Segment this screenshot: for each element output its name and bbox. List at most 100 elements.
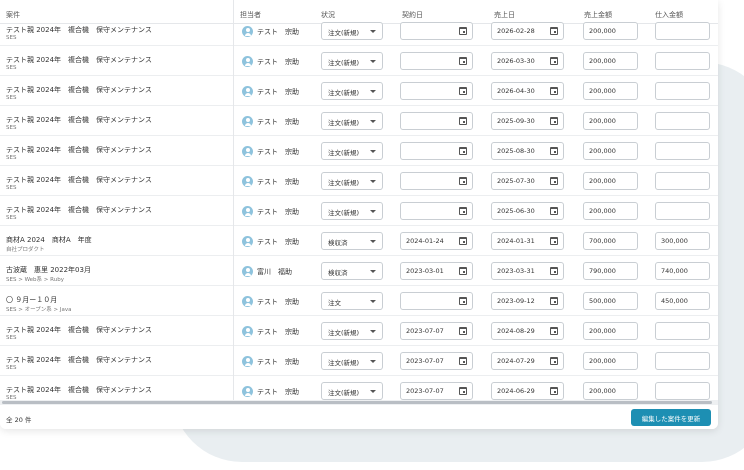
calendar-icon[interactable] <box>550 297 558 305</box>
sales-date-input[interactable]: 2024-07-29 <box>491 352 564 370</box>
calendar-icon[interactable] <box>459 177 467 185</box>
calendar-icon[interactable] <box>550 327 558 335</box>
case-title[interactable]: テスト親 2024年 複合機 保守メンテナンス <box>6 205 152 215</box>
table-row[interactable]: テスト親 2024年 複合機 保守メンテナンス SES テスト 宗助 注文(新規) 20… <box>0 346 718 376</box>
case-title[interactable]: 古波蔵 惠里 2022年03月 <box>6 265 91 275</box>
calendar-icon[interactable] <box>550 87 558 95</box>
sales-date-input[interactable]: 2023-03-31 <box>491 262 564 280</box>
update-cases-button[interactable]: 編集した案件を更新 <box>631 409 711 426</box>
calendar-icon[interactable] <box>550 387 558 395</box>
status-select[interactable]: 検収済 <box>321 232 383 250</box>
calendar-icon[interactable] <box>459 147 467 155</box>
table-row[interactable]: テスト親 2024年 複合機 保守メンテナンス SES テスト 宗助 注文(新規) 20… <box>0 76 718 106</box>
case-title[interactable]: 商材A 2024 商材A 年度 <box>6 235 92 245</box>
case-title[interactable]: テスト親 2024年 複合機 保守メンテナンス <box>6 355 152 365</box>
table-row[interactable]: テスト親 2024年 複合機 保守メンテナンス SES テスト 宗助 注文(新規) 20… <box>0 106 718 136</box>
contract-date-input[interactable] <box>400 292 473 310</box>
case-title[interactable]: テスト親 2024年 複合機 保守メンテナンス <box>6 175 152 185</box>
purchase-amount-input[interactable] <box>655 52 710 70</box>
calendar-icon[interactable] <box>459 27 467 35</box>
sales-amount-input[interactable]: 200,000 <box>583 202 638 220</box>
sales-amount-input[interactable]: 200,000 <box>583 352 638 370</box>
calendar-icon[interactable] <box>459 207 467 215</box>
calendar-icon[interactable] <box>550 267 558 275</box>
sales-amount-input[interactable]: 200,000 <box>583 322 638 340</box>
contract-date-input[interactable]: 2024-01-24 <box>400 232 473 250</box>
purchase-amount-input[interactable] <box>655 202 710 220</box>
calendar-icon[interactable] <box>459 267 467 275</box>
purchase-amount-input[interactable]: 450,000 <box>655 292 710 310</box>
purchase-amount-input[interactable] <box>655 82 710 100</box>
sales-date-input[interactable]: 2024-01-31 <box>491 232 564 250</box>
status-select[interactable]: 注文 <box>321 292 383 310</box>
horizontal-scrollbar-thumb[interactable] <box>2 401 712 404</box>
contract-date-input[interactable] <box>400 82 473 100</box>
sales-date-input[interactable]: 2024-06-29 <box>491 382 564 400</box>
calendar-icon[interactable] <box>550 207 558 215</box>
sales-amount-input[interactable]: 200,000 <box>583 142 638 160</box>
case-title[interactable]: テスト親 2024年 複合機 保守メンテナンス <box>6 85 152 95</box>
sales-date-input[interactable]: 2026-04-30 <box>491 82 564 100</box>
status-select[interactable]: 注文(新規) <box>321 382 383 400</box>
calendar-icon[interactable] <box>459 297 467 305</box>
table-row[interactable]: テスト親 2024年 複合機 保守メンテナンス SES テスト 宗助 注文(新規) 20… <box>0 16 718 46</box>
sales-date-input[interactable]: 2025-09-30 <box>491 112 564 130</box>
case-title[interactable]: テスト親 2024年 複合機 保守メンテナンス <box>6 55 152 65</box>
table-row[interactable]: テスト親 2024年 複合機 保守メンテナンス SES テスト 宗助 注文(新規) 20… <box>0 196 718 226</box>
contract-date-input[interactable] <box>400 52 473 70</box>
sales-amount-input[interactable]: 500,000 <box>583 292 638 310</box>
table-row[interactable]: テスト親 2024年 複合機 保守メンテナンス SES テスト 宗助 注文(新規) 20… <box>0 136 718 166</box>
purchase-amount-input[interactable] <box>655 352 710 370</box>
sales-date-input[interactable]: 2025-08-30 <box>491 142 564 160</box>
sales-amount-input[interactable]: 700,000 <box>583 232 638 250</box>
calendar-icon[interactable] <box>550 57 558 65</box>
case-title[interactable]: テスト親 2024年 複合機 保守メンテナンス <box>6 25 152 35</box>
calendar-icon[interactable] <box>550 147 558 155</box>
calendar-icon[interactable] <box>459 57 467 65</box>
contract-date-input[interactable]: 2023-03-01 <box>400 262 473 280</box>
purchase-amount-input[interactable] <box>655 22 710 40</box>
case-title[interactable]: テスト親 2024年 複合機 保守メンテナンス <box>6 115 152 125</box>
table-row[interactable]: 古波蔵 惠里 2022年03月 SES > Web系 > Ruby 富川 福助 検収済… <box>0 256 718 286</box>
calendar-icon[interactable] <box>459 117 467 125</box>
calendar-icon[interactable] <box>550 177 558 185</box>
calendar-icon[interactable] <box>459 237 467 245</box>
purchase-amount-input[interactable] <box>655 172 710 190</box>
purchase-amount-input[interactable] <box>655 142 710 160</box>
case-title[interactable]: 〇 ９月ー１０月 <box>6 295 57 305</box>
table-row[interactable]: テスト親 2024年 複合機 保守メンテナンス SES テスト 宗助 注文(新規) 20… <box>0 166 718 196</box>
calendar-icon[interactable] <box>550 117 558 125</box>
case-title[interactable]: テスト親 2024年 複合機 保守メンテナンス <box>6 145 152 155</box>
status-select[interactable]: 注文(新規) <box>321 112 383 130</box>
calendar-icon[interactable] <box>550 237 558 245</box>
sales-amount-input[interactable]: 200,000 <box>583 82 638 100</box>
contract-date-input[interactable]: 2023-07-07 <box>400 322 473 340</box>
purchase-amount-input[interactable]: 740,000 <box>655 262 710 280</box>
sales-date-input[interactable]: 2025-07-30 <box>491 172 564 190</box>
status-select[interactable]: 検収済 <box>321 262 383 280</box>
sales-date-input[interactable]: 2024-08-29 <box>491 322 564 340</box>
status-select[interactable]: 注文(新規) <box>321 202 383 220</box>
calendar-icon[interactable] <box>550 357 558 365</box>
contract-date-input[interactable] <box>400 202 473 220</box>
purchase-amount-input[interactable]: 300,000 <box>655 232 710 250</box>
calendar-icon[interactable] <box>459 357 467 365</box>
status-select[interactable]: 注文(新規) <box>321 142 383 160</box>
status-select[interactable]: 注文(新規) <box>321 352 383 370</box>
sales-amount-input[interactable]: 790,000 <box>583 262 638 280</box>
sales-amount-input[interactable]: 200,000 <box>583 112 638 130</box>
purchase-amount-input[interactable] <box>655 112 710 130</box>
purchase-amount-input[interactable] <box>655 322 710 340</box>
case-title[interactable]: テスト親 2024年 複合機 保守メンテナンス <box>6 325 152 335</box>
contract-date-input[interactable]: 2023-07-07 <box>400 352 473 370</box>
status-select[interactable]: 注文(新規) <box>321 172 383 190</box>
sales-date-input[interactable]: 2026-03-30 <box>491 52 564 70</box>
status-select[interactable]: 注文(新規) <box>321 22 383 40</box>
sales-date-input[interactable]: 2026-02-28 <box>491 22 564 40</box>
calendar-icon[interactable] <box>459 87 467 95</box>
calendar-icon[interactable] <box>459 387 467 395</box>
contract-date-input[interactable]: 2023-07-07 <box>400 382 473 400</box>
sales-date-input[interactable]: 2025-06-30 <box>491 202 564 220</box>
table-row[interactable]: テスト親 2024年 複合機 保守メンテナンス SES テスト 宗助 注文(新規) 20… <box>0 46 718 76</box>
status-select[interactable]: 注文(新規) <box>321 322 383 340</box>
